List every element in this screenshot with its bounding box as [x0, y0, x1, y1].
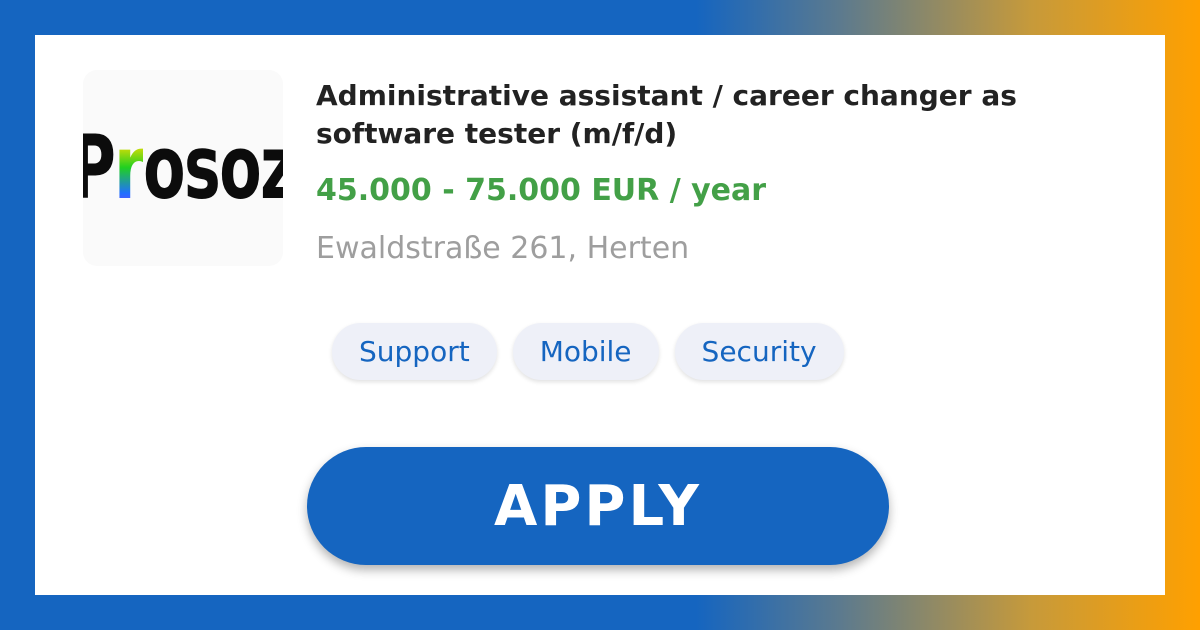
tag-list: Support Mobile Security	[332, 323, 844, 380]
tag-support[interactable]: Support	[332, 323, 497, 380]
company-logo-wordmark: Prosoz	[83, 116, 283, 219]
job-address: Ewaldstraße 261, Herten	[316, 231, 690, 266]
company-logo: Prosoz	[83, 70, 283, 266]
salary-range: 45.000 - 75.000 EUR / year	[316, 173, 767, 208]
tag-security[interactable]: Security	[674, 323, 844, 380]
apply-button[interactable]: APPLY	[307, 447, 889, 565]
job-card: Prosoz Administrative assistant / career…	[35, 35, 1165, 595]
job-title: Administrative assistant / career change…	[316, 79, 1017, 150]
tag-mobile[interactable]: Mobile	[512, 323, 659, 380]
